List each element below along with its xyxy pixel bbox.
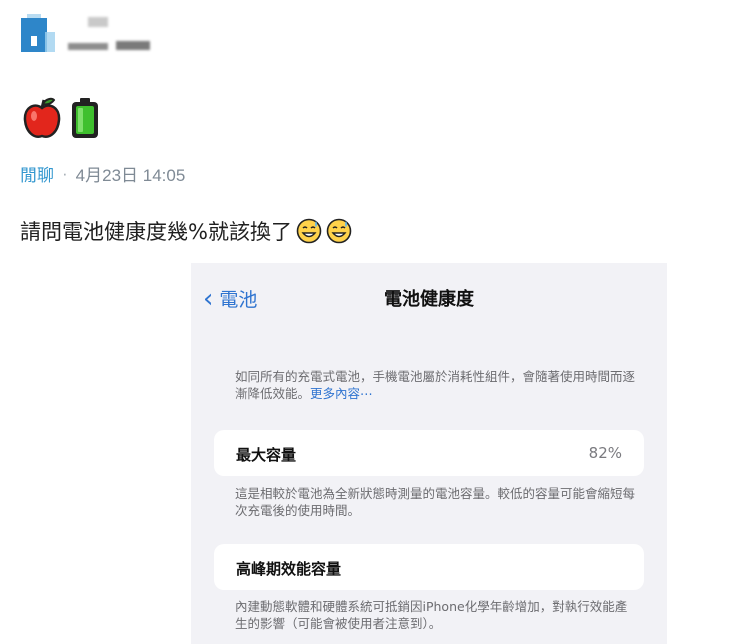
screen-title: 電池健康度	[384, 289, 474, 310]
more-link[interactable]: 更多內容⋯	[310, 386, 373, 401]
meta-separator: ·	[62, 163, 68, 183]
post-body-text: 請問電池健康度幾%就該換了	[20, 220, 292, 244]
post-date: 4月23日 14:05	[75, 166, 186, 185]
post-body: 請問電池健康度幾%就該換了	[20, 216, 352, 246]
apple-icon	[22, 96, 62, 140]
intro-text: 如同所有的充電式電池，手機電池屬於消耗性組件，會隨著使用時間而逐漸降低效能。更多…	[235, 368, 635, 402]
max-capacity-row: 最大容量 82%	[214, 430, 644, 476]
max-capacity-label: 最大容量	[236, 446, 297, 464]
battery-icon	[70, 97, 100, 139]
post-meta: 閒聊 · 4月23日 14:05	[20, 161, 185, 186]
peak-performance-label: 高峰期效能容量	[236, 560, 342, 578]
grinning-sweat-icon	[326, 218, 352, 244]
peak-performance-row: 高峰期效能容量	[214, 544, 644, 590]
intro-body: 如同所有的充電式電池，手機電池屬於消耗性組件，會隨著使用時間而逐漸降低效能。	[235, 369, 636, 401]
battery-health-screenshot[interactable]: ‹ 電池 電池健康度 如同所有的充電式電池，手機電池屬於消耗性組件，會隨著使用時…	[191, 263, 667, 644]
max-capacity-value: 82%	[588, 444, 622, 462]
title-emojis	[22, 96, 100, 140]
max-capacity-description: 這是相較於電池為全新狀態時測量的電池容量。較低的容量可能會縮短每次充電後的使用時…	[235, 486, 636, 518]
forum-link[interactable]: 閒聊	[20, 161, 54, 186]
avatar[interactable]	[19, 14, 55, 54]
grinning-sweat-icon	[296, 218, 322, 244]
peak-performance-description: 內建動態軟體和硬體系統可抵銷因iPhone化學年齡增加，對執行效能產生的影響（可…	[235, 599, 628, 631]
